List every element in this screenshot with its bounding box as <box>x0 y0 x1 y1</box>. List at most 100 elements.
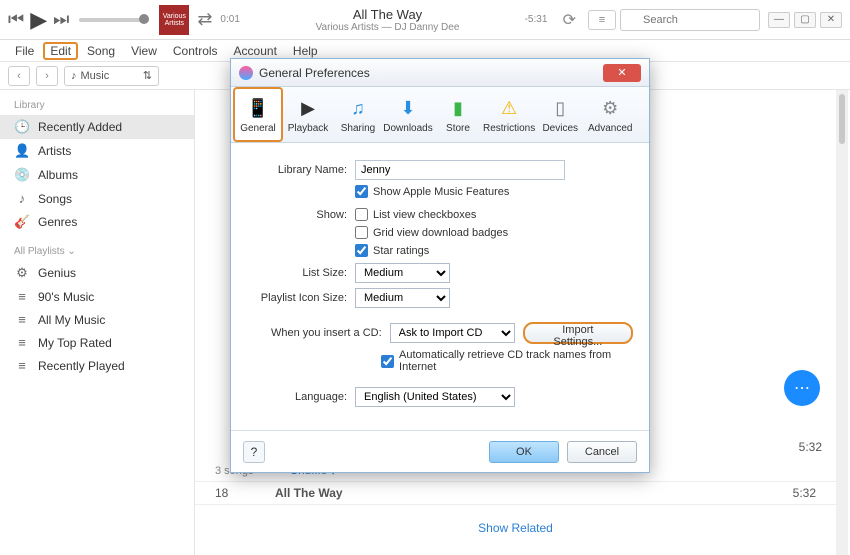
apple-music-checkbox[interactable] <box>355 185 368 198</box>
track-title: All The Way <box>250 7 524 22</box>
tab-label: Devices <box>542 123 578 134</box>
sidebar-item-90s[interactable]: ≡90's Music <box>0 285 194 308</box>
note-icon: ♫ <box>345 96 371 122</box>
library-name-label: Library Name: <box>247 164 355 176</box>
grid-badges-checkbox[interactable] <box>355 226 368 239</box>
track-artist: Various Artists — DJ Danny Dee <box>250 22 524 33</box>
sidebar-item-top-rated[interactable]: ≡My Top Rated <box>0 331 194 354</box>
sidebar-item-artists[interactable]: 👤 Artists <box>0 139 194 163</box>
play-button[interactable]: ▶ <box>30 7 47 33</box>
grid-badges-label: Grid view download badges <box>373 227 508 239</box>
dialog-footer: ? OK Cancel <box>231 430 649 472</box>
dialog-titlebar: General Preferences ✕ <box>231 59 649 87</box>
cd-action-select[interactable]: Ask to Import CD <box>390 323 515 343</box>
icon-size-select[interactable]: Medium <box>355 288 450 308</box>
sidebar-item-label: Recently Added <box>38 120 122 134</box>
tab-general[interactable]: 📱General <box>233 87 283 142</box>
menu-file[interactable]: File <box>8 42 41 60</box>
tab-label: Restrictions <box>483 123 535 134</box>
tab-advanced[interactable]: ⚙Advanced <box>585 87 635 142</box>
sidebar-item-songs[interactable]: ♪ Songs <box>0 187 194 210</box>
tab-store[interactable]: ▮Store <box>433 87 483 142</box>
scrollbar[interactable] <box>836 90 848 555</box>
now-playing: All The Way Various Artists — DJ Danny D… <box>250 7 524 33</box>
menu-edit[interactable]: Edit <box>43 42 78 60</box>
track-row[interactable]: 18 All The Way 5:32 <box>195 481 836 505</box>
list-icon: ≡ <box>14 358 30 373</box>
ok-button[interactable]: OK <box>489 441 559 463</box>
library-picker[interactable]: ♪Music ⇅ <box>64 66 159 86</box>
up-next-button[interactable]: ≡ <box>588 10 616 30</box>
gear-icon: ⚙ <box>14 265 30 281</box>
auto-retrieve-label: Automatically retrieve CD track names fr… <box>399 349 633 373</box>
nav-back[interactable]: ‹ <box>8 66 30 86</box>
help-button[interactable]: ? <box>243 441 265 463</box>
person-icon: 👤 <box>14 143 30 159</box>
language-select[interactable]: English (United States) <box>355 387 515 407</box>
star-ratings-checkbox[interactable] <box>355 244 368 257</box>
maximize-button[interactable]: ▢ <box>794 12 816 28</box>
sidebar-item-genres[interactable]: 🎸Genres <box>0 210 194 234</box>
search-input[interactable] <box>620 9 760 31</box>
menu-account[interactable]: Account <box>227 42 284 60</box>
dialog-close-button[interactable]: ✕ <box>603 64 641 82</box>
tab-restrictions[interactable]: ⚠Restrictions <box>483 87 535 142</box>
note-icon: ♪ <box>14 191 30 206</box>
sidebar-playlists-header[interactable]: All Playlists ⌄ <box>0 242 194 261</box>
sidebar-item-label: Genius <box>38 266 76 280</box>
import-settings-button[interactable]: Import Settings... <box>523 322 633 344</box>
auto-retrieve-checkbox[interactable] <box>381 355 394 368</box>
tab-playback[interactable]: ▶Playback <box>283 87 333 142</box>
preferences-dialog: General Preferences ✕ 📱General ▶Playback… <box>230 58 650 473</box>
guitar-icon: 🎸 <box>14 214 30 230</box>
cancel-button[interactable]: Cancel <box>567 441 637 463</box>
sidebar-item-all-music[interactable]: ≡All My Music <box>0 308 194 331</box>
apple-music-label: Show Apple Music Features <box>373 186 509 198</box>
sidebar-item-albums[interactable]: 💿Albums <box>0 163 194 187</box>
track-number: 18 <box>215 486 275 500</box>
tab-label: Store <box>446 123 470 134</box>
album-art[interactable]: Various Artists <box>159 5 189 35</box>
list-size-label: List Size: <box>247 267 355 279</box>
sidebar-item-label: Songs <box>38 192 72 206</box>
menu-song[interactable]: Song <box>80 42 122 60</box>
more-fab[interactable]: ⋯ <box>784 370 820 406</box>
language-label: Language: <box>247 391 355 403</box>
sidebar-item-label: 90's Music <box>38 290 94 304</box>
tab-downloads[interactable]: ⬇Downloads <box>383 87 433 142</box>
bag-icon: ▮ <box>445 96 471 122</box>
menu-help[interactable]: Help <box>286 42 325 60</box>
time-remaining: -5:31 <box>525 14 555 25</box>
sidebar-item-label: Artists <box>38 144 71 158</box>
dialog-title: General Preferences <box>259 66 370 80</box>
track-duration-extra: 5:32 <box>799 440 822 454</box>
tab-sharing[interactable]: ♫Sharing <box>333 87 383 142</box>
close-button[interactable]: ✕ <box>820 12 842 28</box>
prev-button[interactable]: ⏮ <box>8 9 24 30</box>
list-icon: ≡ <box>14 335 30 350</box>
clock-icon: 🕒 <box>14 119 30 135</box>
library-name-input[interactable] <box>355 160 565 180</box>
nav-forward[interactable]: › <box>36 66 58 86</box>
dialog-body: Library Name: Show Apple Music Features … <box>231 143 649 430</box>
next-button[interactable]: ⏭ <box>53 9 69 30</box>
sidebar-item-genius[interactable]: ⚙ Genius <box>0 261 194 285</box>
repeat-icon[interactable]: ⟳ <box>563 10 576 30</box>
minimize-button[interactable]: — <box>768 12 790 28</box>
window-buttons: — ▢ ✕ <box>768 12 842 28</box>
tab-devices[interactable]: ▯Devices <box>535 87 585 142</box>
track-duration: 5:32 <box>793 486 816 500</box>
list-icon: ≡ <box>14 312 30 327</box>
list-size-select[interactable]: Medium <box>355 263 450 283</box>
sidebar-item-recently-played[interactable]: ≡Recently Played <box>0 354 194 377</box>
disc-icon: 💿 <box>14 167 30 183</box>
menu-view[interactable]: View <box>124 42 164 60</box>
sidebar: Library 🕒Recently Added 👤Artists 💿Albums… <box>0 90 195 555</box>
sidebar-item-recently-added[interactable]: 🕒 Recently Added <box>0 115 194 139</box>
volume-slider[interactable] <box>79 18 149 22</box>
menu-controls[interactable]: Controls <box>166 42 225 60</box>
list-view-checkbox[interactable] <box>355 208 368 221</box>
tab-label: Sharing <box>341 123 375 134</box>
show-related-link[interactable]: Show Related <box>195 521 836 535</box>
shuffle-icon[interactable]: ⇄ <box>197 9 212 30</box>
